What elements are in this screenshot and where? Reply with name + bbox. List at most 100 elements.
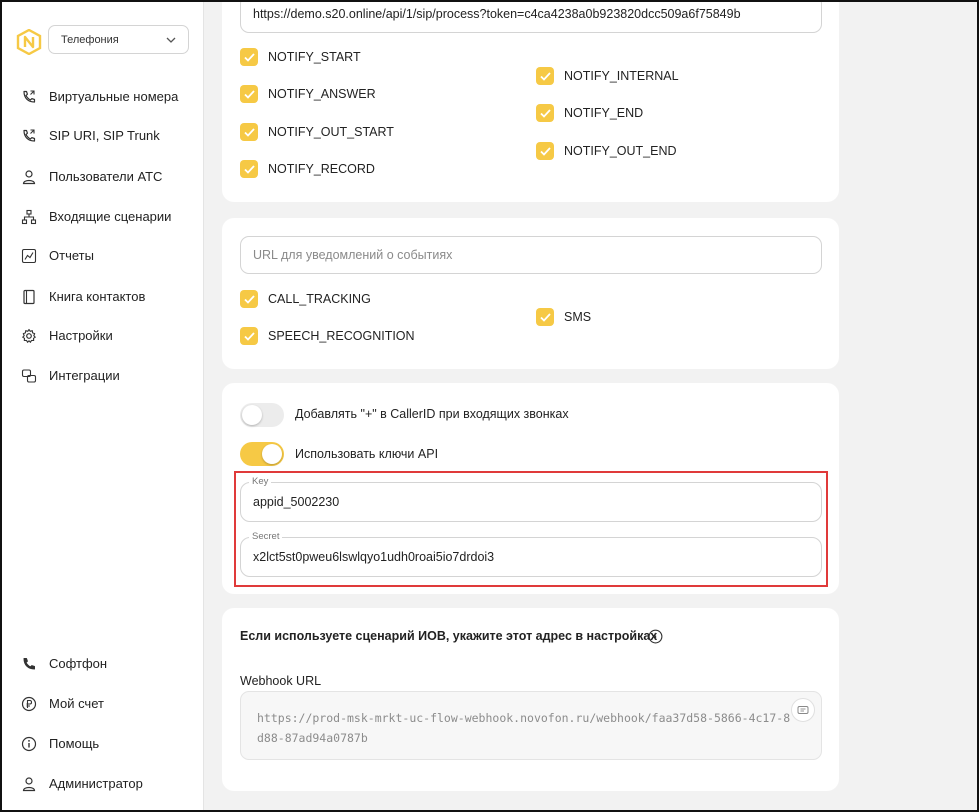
integrations-icon	[21, 369, 37, 383]
toggle-knob	[262, 444, 282, 464]
sidebar-item-label: Администратор	[49, 776, 143, 791]
checkmark-icon	[539, 108, 551, 118]
checkbox-option[interactable]: NOTIFY_INTERNAL	[536, 67, 679, 85]
hierarchy-icon	[21, 209, 37, 225]
user-icon	[22, 170, 36, 185]
notify-url-input[interactable]: https://demo.s20.online/api/1/sip/proces…	[240, 2, 822, 33]
checkbox-checked[interactable]	[536, 142, 554, 160]
checkbox-checked[interactable]	[536, 67, 554, 85]
sidebar-item[interactable]: Пользователи АТС	[2, 165, 204, 189]
app-window: Телефония Виртуальные номера SIP URI, SIP…	[0, 0, 979, 812]
checkmark-icon	[243, 52, 255, 62]
sidebar-item[interactable]: Софтфон	[2, 652, 204, 676]
sidebar-item[interactable]: Помощь	[2, 732, 204, 756]
checkbox-checked[interactable]	[536, 104, 554, 122]
user-icon	[22, 777, 36, 792]
checkbox-label: SMS	[564, 310, 592, 324]
ivr-title: Если используете сценарий ИОВ, укажите э…	[240, 629, 658, 643]
chevron-down-icon	[166, 37, 176, 43]
checkbox-checked[interactable]	[240, 290, 258, 308]
checkbox-option[interactable]: NOTIFY_OUT_START	[240, 123, 394, 141]
webhook-url-value: https://prod-msk-mrkt-uc-flow-webhook.no…	[257, 711, 791, 745]
gear-icon	[22, 328, 36, 343]
checkmark-icon	[243, 331, 255, 341]
sidebar-item[interactable]: SIP URI, SIP Trunk	[2, 124, 204, 148]
checkbox-label: NOTIFY_START	[268, 50, 361, 64]
sidebar-item-label: Входящие сценарии	[49, 209, 172, 224]
webhook-label: Webhook URL	[240, 674, 322, 688]
checkbox-checked[interactable]	[240, 327, 258, 345]
checkmark-icon	[243, 89, 255, 99]
novofon-logo-icon	[16, 29, 42, 55]
checkbox-label: NOTIFY_OUT_END	[564, 144, 677, 158]
copy-icon	[797, 706, 809, 714]
sidebar-item-label: Интеграции	[49, 368, 120, 383]
checkbox-option[interactable]: CALL_TRACKING	[240, 290, 371, 308]
sidebar: Телефония Виртуальные номера SIP URI, SIP…	[2, 2, 204, 810]
checkbox-label: NOTIFY_ANSWER	[268, 87, 376, 101]
checkmark-icon	[243, 127, 255, 137]
phone-icon	[23, 658, 35, 670]
sidebar-item[interactable]: Интеграции	[2, 364, 204, 388]
checkmark-icon	[539, 146, 551, 156]
checkbox-option[interactable]: NOTIFY_START	[240, 48, 361, 66]
api-keys-highlight	[234, 471, 828, 587]
checkmark-icon	[243, 294, 255, 304]
sidebar-item-label: Отчеты	[49, 248, 94, 263]
checkbox-checked[interactable]	[240, 85, 258, 103]
toggle-plus-callerid-label: Добавлять "+" в CallerID при входящих зв…	[295, 407, 569, 421]
checkbox-label: NOTIFY_OUT_START	[268, 125, 394, 139]
events-url-input[interactable]: URL для уведомлений о событиях	[240, 236, 822, 274]
section-select[interactable]: Телефония	[48, 25, 189, 54]
checkmark-icon	[539, 312, 551, 322]
section-select-value: Телефония	[61, 33, 119, 46]
toggle-api-keys[interactable]	[240, 442, 284, 466]
sidebar-item[interactable]: Администратор	[2, 772, 204, 796]
sidebar-item-label: Настройки	[49, 328, 113, 343]
notify-url-value: https://demo.s20.online/api/1/sip/proces…	[253, 7, 741, 21]
checkbox-option[interactable]: NOTIFY_END	[536, 104, 643, 122]
checkbox-checked[interactable]	[240, 123, 258, 141]
webhook-url-box: https://prod-msk-mrkt-uc-flow-webhook.no…	[240, 691, 822, 760]
sidebar-item[interactable]: Книга контактов	[2, 285, 204, 309]
ruble-icon	[21, 696, 37, 712]
sidebar-item-label: Мой счет	[49, 696, 104, 711]
phone-forward-icon	[23, 90, 36, 103]
checkbox-checked[interactable]	[240, 48, 258, 66]
sidebar-item-label: Помощь	[49, 736, 100, 751]
checkbox-option[interactable]: NOTIFY_RECORD	[240, 160, 375, 178]
checkbox-option[interactable]: SMS	[536, 308, 591, 326]
toggle-plus-callerid[interactable]	[240, 403, 284, 427]
checkmark-icon	[539, 71, 551, 81]
checkbox-option[interactable]: SPEECH_RECOGNITION	[240, 327, 415, 345]
sidebar-item[interactable]: Входящие сценарии	[2, 205, 204, 229]
toggle-knob	[242, 405, 262, 425]
checkbox-checked[interactable]	[240, 160, 258, 178]
toggle-api-keys-label: Использовать ключи API	[295, 447, 439, 461]
checkbox-label: NOTIFY_END	[564, 106, 644, 120]
checkbox-checked[interactable]	[536, 308, 554, 326]
sidebar-item-label: Виртуальные номера	[49, 89, 179, 104]
sidebar-item-label: SIP URI, SIP Trunk	[49, 128, 160, 143]
sidebar-item-label: Книга контактов	[49, 289, 146, 304]
phone-forward-icon	[23, 129, 36, 142]
copy-button[interactable]	[791, 698, 815, 722]
chart-icon	[21, 248, 37, 264]
contact-book-icon	[23, 289, 35, 305]
checkbox-option[interactable]: NOTIFY_ANSWER	[240, 85, 376, 103]
checkbox-label: NOTIFY_RECORD	[268, 162, 375, 176]
sidebar-item[interactable]: Отчеты	[2, 244, 204, 268]
checkbox-label: SPEECH_RECOGNITION	[268, 329, 415, 343]
checkbox-option[interactable]: NOTIFY_OUT_END	[536, 142, 677, 160]
sidebar-item[interactable]: Настройки	[2, 324, 204, 348]
sidebar-item-label: Пользователи АТС	[49, 169, 163, 184]
sidebar-item[interactable]: Виртуальные номера	[2, 85, 204, 109]
info-icon	[21, 736, 37, 752]
checkmark-icon	[243, 164, 255, 174]
checkbox-label: CALL_TRACKING	[268, 292, 371, 306]
events-url-placeholder: URL для уведомлений о событиях	[253, 248, 453, 262]
info-icon[interactable]	[648, 629, 663, 644]
sidebar-item[interactable]: Мой счет	[2, 692, 204, 716]
checkbox-label: NOTIFY_INTERNAL	[564, 69, 679, 83]
sidebar-item-label: Софтфон	[49, 656, 108, 671]
